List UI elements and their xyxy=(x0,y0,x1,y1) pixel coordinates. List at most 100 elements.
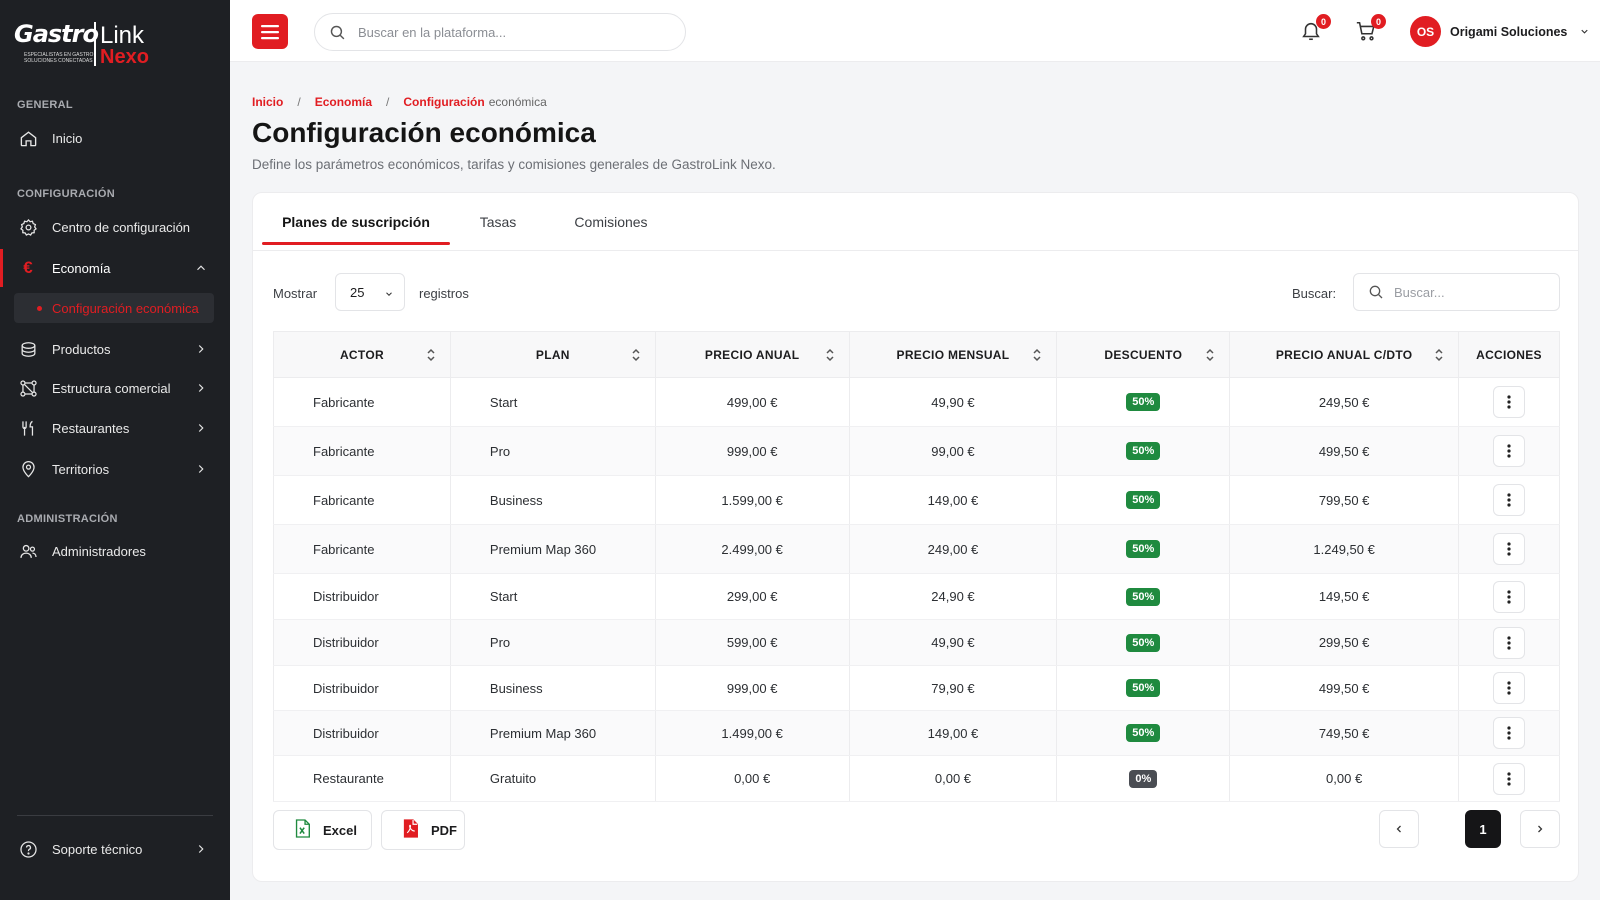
sidebar-item-label: Soporte técnico xyxy=(52,841,143,857)
sidebar-subitem-configuracion-economica[interactable]: Configuración económica xyxy=(14,293,214,323)
global-search xyxy=(314,13,686,51)
table-row: Distribuidor Premium Map 360 1.499,00 €149… xyxy=(273,710,1560,756)
breadcrumb-economia[interactable]: Economía xyxy=(315,95,372,109)
section-title-general: GENERAL xyxy=(17,99,73,111)
pagination-prev-button[interactable] xyxy=(1379,810,1419,848)
cell-actor: Distribuidor xyxy=(273,665,451,711)
table-row: Fabricante Pro 999,00 €99,00 € 50% 499,50 € xyxy=(273,426,1560,476)
sidebar-item-restaurantes[interactable]: Restaurantes xyxy=(0,409,230,447)
page-title: Configuración económica xyxy=(252,117,596,148)
more-vertical-icon xyxy=(1507,726,1511,740)
table-row: Restaurante Gratuito 0,00 €0,00 €0% 0,00 € xyxy=(273,755,1560,802)
row-actions-button[interactable] xyxy=(1493,626,1525,659)
discount-badge: 50% xyxy=(1126,540,1161,558)
sidebar-item-label: Administradores xyxy=(52,543,146,559)
chevron-right-icon xyxy=(198,845,204,853)
brand-logo[interactable]: Gastro Link Nexo ESPECIALISTAS EN GASTRO… xyxy=(14,12,154,68)
cell-acciones xyxy=(1458,524,1560,574)
more-vertical-icon xyxy=(1507,395,1511,409)
row-actions-button[interactable] xyxy=(1493,672,1525,704)
column-header-precio-anual-dto[interactable]: PRECIO ANUAL C/DTO xyxy=(1229,331,1459,378)
sidebar-item-inicio[interactable]: Inicio xyxy=(0,119,230,157)
sort-icon xyxy=(1435,348,1443,362)
cell-precio-mensual: 149,00 € xyxy=(848,475,1058,525)
breadcrumb-current-rest: económica xyxy=(488,95,547,109)
active-dot-icon xyxy=(37,306,42,311)
cell-precio-anual-dto: 299,50 € xyxy=(1229,619,1459,666)
row-actions-button[interactable] xyxy=(1493,386,1525,418)
cell-precio-mensual: 249,00 € xyxy=(848,524,1058,574)
cell-plan: Pro xyxy=(449,619,656,666)
chevron-right-icon xyxy=(198,384,204,392)
global-search-input[interactable] xyxy=(358,24,658,40)
more-vertical-icon xyxy=(1507,444,1511,458)
breadcrumb-current-strong: Configuración xyxy=(403,95,485,109)
sidebar-item-soporte-tecnico[interactable]: Soporte técnico xyxy=(0,830,230,868)
cell-precio-anual: 999,00 € xyxy=(654,665,850,711)
users-icon xyxy=(18,541,38,561)
sidebar-item-label: Inicio xyxy=(52,130,83,146)
sort-icon xyxy=(1206,348,1214,362)
column-header-precio-mensual[interactable]: PRECIO MENSUAL xyxy=(848,331,1058,378)
brand-name-part1: Gastro xyxy=(14,20,99,48)
cell-precio-anual-dto: 799,50 € xyxy=(1229,475,1459,525)
cell-acciones xyxy=(1458,573,1560,620)
cart-button[interactable]: 0 xyxy=(1355,14,1386,44)
sidebar-item-territorios[interactable]: Territorios xyxy=(0,450,230,488)
cell-actor: Fabricante xyxy=(273,524,451,574)
cell-descuento: 50% xyxy=(1056,524,1231,574)
column-header-descuento[interactable]: DESCUENTO xyxy=(1056,331,1231,378)
sidebar-item-administradores[interactable]: Administradores xyxy=(0,532,230,570)
cell-precio-anual-dto: 499,50 € xyxy=(1229,665,1459,711)
sidebar-item-productos[interactable]: Productos xyxy=(0,330,230,368)
column-header-plan[interactable]: PLAN xyxy=(449,331,656,378)
cell-precio-mensual: 99,00 € xyxy=(848,426,1058,476)
row-actions-button[interactable] xyxy=(1493,435,1525,467)
tab-planes-suscripcion[interactable]: Planes de suscripción xyxy=(262,193,450,251)
breadcrumb-home[interactable]: Inicio xyxy=(252,95,283,109)
sidebar-item-economia[interactable]: € Economía xyxy=(0,249,230,287)
export-pdf-label: PDF xyxy=(431,822,457,838)
more-vertical-icon xyxy=(1507,771,1511,786)
excel-file-icon xyxy=(294,819,311,841)
sidebar-item-centro-configuracion[interactable]: Centro de configuración xyxy=(0,208,230,246)
chevron-down-icon xyxy=(386,292,392,296)
sidebar: Gastro Link Nexo ESPECIALISTAS EN GASTRO… xyxy=(0,0,230,900)
cell-precio-anual-dto: 749,50 € xyxy=(1229,710,1459,756)
cart-badge: 0 xyxy=(1371,14,1386,29)
row-actions-button[interactable] xyxy=(1493,717,1525,749)
row-actions-button[interactable] xyxy=(1493,484,1525,516)
column-header-precio-anual[interactable]: PRECIO ANUAL xyxy=(654,331,850,378)
cell-plan: Pro xyxy=(449,426,656,476)
row-actions-button[interactable] xyxy=(1493,762,1525,795)
notifications-button[interactable]: 0 xyxy=(1300,14,1331,44)
cell-precio-anual-dto: 499,50 € xyxy=(1229,426,1459,476)
column-header-actor[interactable]: ACTOR xyxy=(273,331,451,378)
cell-acciones xyxy=(1458,426,1560,476)
cell-descuento: 50% xyxy=(1056,426,1231,476)
row-actions-button[interactable] xyxy=(1493,580,1525,613)
network-icon xyxy=(18,378,38,398)
user-menu[interactable]: OS Origami Soluciones xyxy=(1410,16,1590,47)
table-row: Fabricante Business 1.599,00 €149,00 € 50% 7… xyxy=(273,475,1560,525)
table-row: Distribuidor Start 299,00 €24,90 € 50% 149,5… xyxy=(273,573,1560,620)
pagination-next-button[interactable] xyxy=(1520,810,1560,848)
cell-acciones xyxy=(1458,619,1560,666)
sidebar-item-estructura-comercial[interactable]: Estructura comercial xyxy=(0,369,230,407)
column-header-label: PLAN xyxy=(535,347,570,362)
table-search-input[interactable] xyxy=(1394,284,1544,300)
export-pdf-button[interactable]: PDF xyxy=(381,810,465,850)
utensils-icon xyxy=(18,418,38,438)
export-excel-button[interactable]: Excel xyxy=(273,810,372,850)
tab-tasas[interactable]: Tasas xyxy=(467,193,529,251)
pagination-page-1[interactable]: 1 xyxy=(1465,810,1501,848)
menu-toggle-button[interactable] xyxy=(252,14,288,49)
more-vertical-icon xyxy=(1507,493,1511,507)
pdf-file-icon xyxy=(402,819,419,841)
export-excel-label: Excel xyxy=(323,822,357,838)
page-size-select[interactable]: 25 xyxy=(335,273,405,311)
cell-precio-mensual: 49,90 € xyxy=(848,619,1058,666)
tab-comisiones[interactable]: Comisiones xyxy=(561,193,661,251)
cell-plan: Premium Map 360 xyxy=(449,710,656,756)
row-actions-button[interactable] xyxy=(1493,533,1525,565)
